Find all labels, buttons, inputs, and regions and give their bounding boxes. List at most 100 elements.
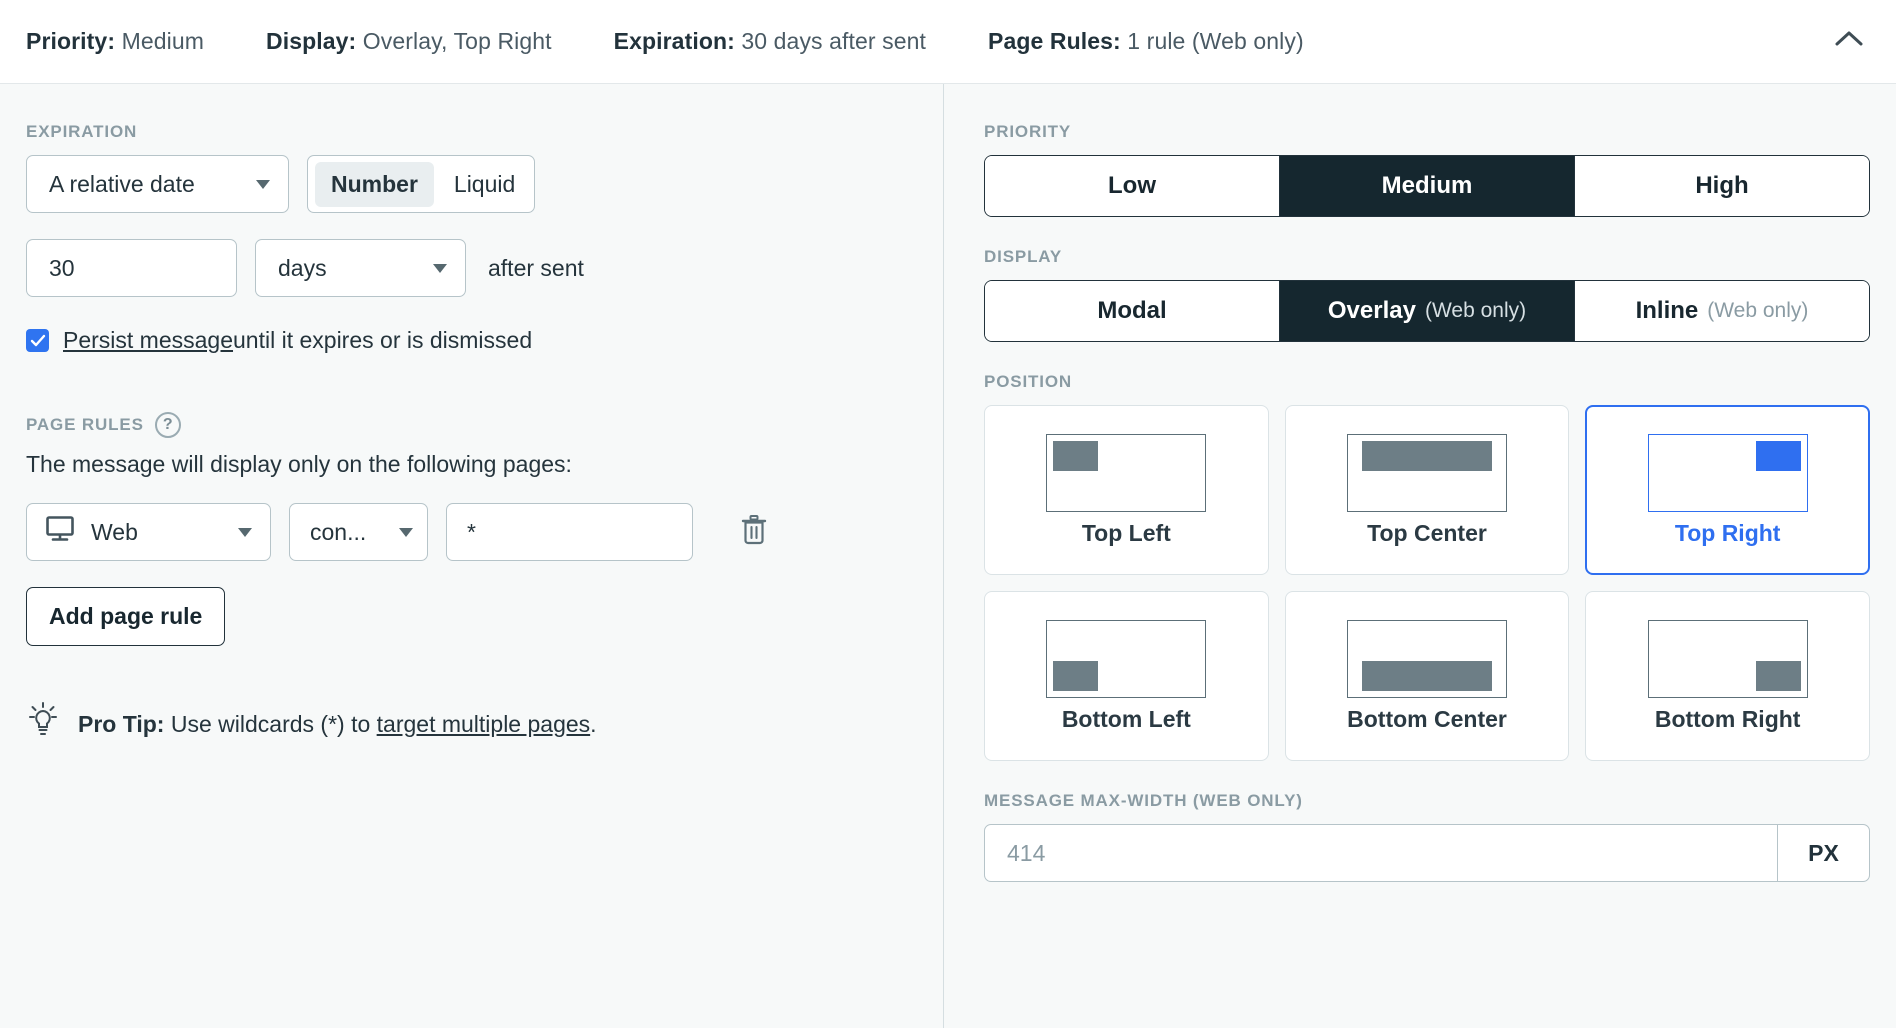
display-option-inline[interactable]: Inline (Web only)	[1575, 281, 1869, 341]
persist-message-link[interactable]: Persist message	[63, 327, 233, 354]
display-option-inline-label: Inline	[1635, 297, 1699, 324]
position-card-top-center[interactable]: Top Center	[1284, 405, 1570, 575]
position-card-bottom-center[interactable]: Bottom Center	[1284, 591, 1570, 761]
position-card-top-right[interactable]: Top Right	[1585, 405, 1870, 575]
position-indicator	[1361, 440, 1492, 471]
chevron-up-icon	[1834, 30, 1864, 53]
expiration-amount-input[interactable]: 30	[26, 239, 237, 297]
position-indicator	[1361, 660, 1492, 691]
priority-option-high[interactable]: High	[1575, 156, 1869, 216]
max-width-section-label: MESSAGE MAX-WIDTH (WEB ONLY)	[984, 791, 1870, 811]
page-rule-pattern-value: *	[467, 518, 476, 545]
display-label-text: DISPLAY	[984, 247, 1063, 266]
position-indicator	[1053, 660, 1099, 691]
display-option-modal[interactable]: Modal	[985, 281, 1280, 341]
position-indicator	[1053, 440, 1099, 471]
expiration-mode-toggle: Number Liquid	[307, 155, 535, 213]
priority-option-low[interactable]: Low	[985, 156, 1280, 216]
summary-label-page-rules: Page Rules:	[988, 28, 1121, 54]
position-indicator	[1755, 660, 1801, 691]
priority-label-text: PRIORITY	[984, 122, 1072, 141]
message-settings-panel: Priority: Medium Display: Overlay, Top R…	[0, 0, 1896, 1028]
max-width-input[interactable]: 414	[985, 825, 1777, 881]
add-page-rule-button[interactable]: Add page rule	[26, 587, 226, 646]
summary-item-page-rules: Page Rules: 1 rule (Web only)	[988, 28, 1304, 55]
right-panel: PRIORITY Low Medium High DISPLAY Modal O…	[944, 84, 1896, 1028]
position-thumbnail	[1346, 433, 1507, 512]
display-option-overlay[interactable]: Overlay (Web only)	[1280, 281, 1575, 341]
max-width-unit: PX	[1777, 825, 1869, 881]
summary-value-priority: Medium	[121, 28, 204, 54]
delete-page-rule-button[interactable]	[732, 510, 776, 554]
position-label-text: POSITION	[984, 372, 1073, 391]
priority-option-medium[interactable]: Medium	[1280, 156, 1575, 216]
position-section-label: POSITION	[984, 372, 1870, 392]
chevron-down-icon	[399, 527, 413, 537]
toggle-option-number[interactable]: Number	[315, 161, 434, 207]
expiration-section-label: EXPIRATION	[26, 122, 943, 142]
summary-label-priority: Priority:	[26, 28, 116, 54]
question-mark-icon[interactable]: ?	[154, 412, 181, 438]
position-thumbnail	[1046, 433, 1207, 512]
summary-item-expiration: Expiration: 30 days after sent	[614, 28, 926, 55]
display-segmented-control: Modal Overlay (Web only) Inline (Web onl…	[984, 280, 1870, 342]
position-thumbnail	[1647, 433, 1808, 512]
summary-label-display: Display:	[266, 28, 357, 54]
pro-tip-after: .	[590, 710, 597, 737]
position-card-bottom-left[interactable]: Bottom Left	[984, 591, 1269, 761]
help-glyph: ?	[162, 416, 173, 433]
page-rules-label-text: PAGE RULES	[26, 415, 144, 434]
position-card-label: Top Right	[1674, 519, 1781, 546]
page-rule-row: Web con... *	[26, 503, 943, 561]
pro-tip-before: Use wildcards (*) to	[164, 710, 377, 737]
position-thumbnail	[1346, 619, 1507, 698]
max-width-field: 414 PX	[984, 824, 1870, 882]
page-rules-section: PAGE RULES ? The message will display on…	[26, 412, 943, 746]
chevron-down-icon	[433, 263, 447, 273]
page-rule-platform-select[interactable]: Web	[26, 503, 271, 561]
toggle-option-liquid[interactable]: Liquid	[438, 162, 531, 207]
pro-tip-row: Pro Tip: Use wildcards (*) to target mul…	[26, 702, 943, 746]
page-rule-platform-value: Web	[91, 518, 138, 545]
pro-tip-bold: Pro Tip:	[78, 710, 165, 737]
position-card-label: Bottom Right	[1654, 705, 1801, 732]
position-card-label: Bottom Left	[1061, 705, 1191, 732]
display-section-label: DISPLAY	[984, 247, 1870, 267]
summary-value-expiration: 30 days after sent	[741, 28, 927, 54]
summary-value-page-rules: 1 rule (Web only)	[1127, 28, 1304, 54]
lightbulb-icon	[26, 702, 60, 746]
summary-item-display: Display: Overlay, Top Right	[266, 28, 552, 55]
position-card-label: Top Left	[1081, 519, 1171, 546]
expiration-label-text: EXPIRATION	[26, 122, 138, 141]
expiration-type-select[interactable]: A relative date	[26, 155, 289, 213]
persist-message-checkbox[interactable]	[26, 329, 49, 352]
position-card-top-left[interactable]: Top Left	[984, 405, 1269, 575]
position-indicator	[1755, 440, 1801, 471]
expiration-amount-row: 30 days after sent	[26, 239, 943, 297]
persist-message-row: Persist message until it expires or is d…	[26, 327, 943, 354]
expiration-suffix-text: after sent	[488, 254, 584, 281]
summary-value-display: Overlay, Top Right	[362, 28, 552, 54]
chevron-down-icon	[238, 527, 252, 537]
display-option-inline-sub: (Web only)	[1707, 299, 1809, 322]
pro-tip-link[interactable]: target multiple pages	[377, 711, 591, 737]
max-width-label-text: MESSAGE MAX-WIDTH (WEB ONLY)	[984, 791, 1303, 810]
priority-section-label: PRIORITY	[984, 122, 1870, 142]
collapse-toggle-button[interactable]	[1828, 21, 1870, 63]
position-grid: Top Left Top Center Top Right Bottom Left Bo…	[984, 405, 1870, 761]
pro-tip-text: Pro Tip: Use wildcards (*) to target mul…	[78, 711, 597, 738]
page-rules-description: The message will display only on the fol…	[26, 451, 572, 477]
max-width-placeholder: 414	[1007, 839, 1046, 866]
persist-message-rest-text: until it expires or is dismissed	[233, 327, 533, 353]
settings-body: EXPIRATION A relative date Number Liquid…	[0, 84, 1896, 1028]
expiration-unit-select[interactable]: days	[255, 239, 466, 297]
chevron-down-icon	[256, 179, 270, 189]
summary-label-expiration: Expiration:	[613, 28, 735, 54]
summary-item-priority: Priority: Medium	[26, 28, 204, 55]
position-thumbnail	[1046, 619, 1207, 698]
monitor-icon	[45, 515, 75, 549]
page-rule-pattern-input[interactable]: *	[446, 503, 693, 561]
position-card-bottom-right[interactable]: Bottom Right	[1585, 591, 1870, 761]
trash-icon	[739, 514, 769, 551]
page-rule-operator-select[interactable]: con...	[289, 503, 428, 561]
